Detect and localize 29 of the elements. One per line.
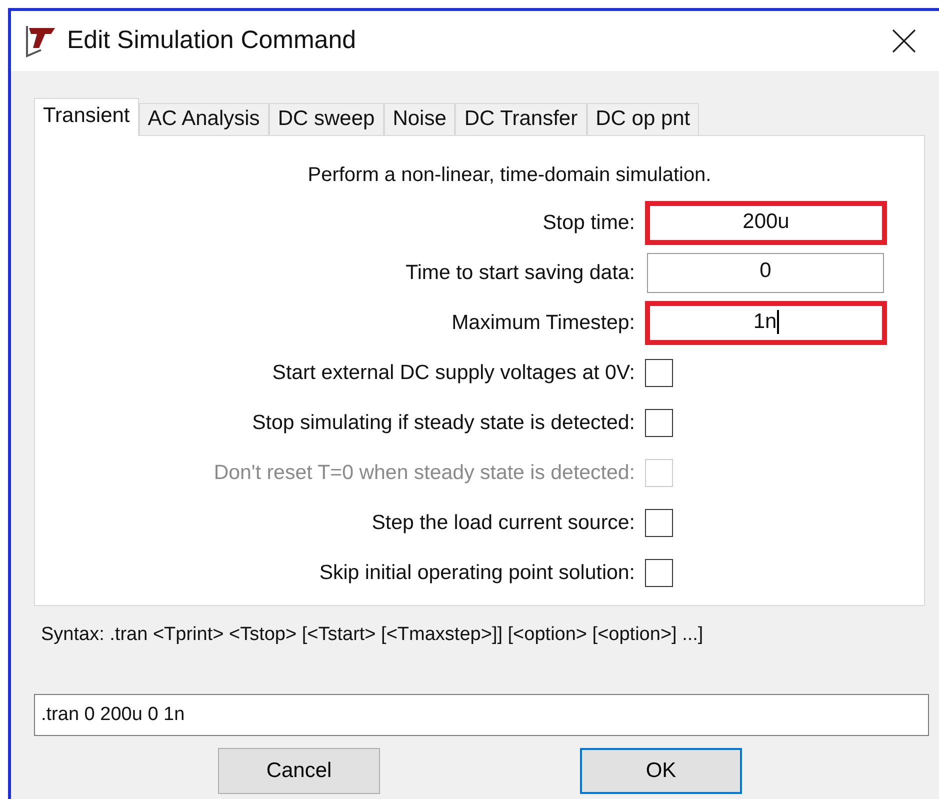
input-field[interactable]: 0 xyxy=(647,253,884,293)
option-label: Start external DC supply voltages at 0V: xyxy=(271,360,636,386)
window-title: Edit Simulation Command xyxy=(67,25,356,56)
option-label: Don't reset T=0 when steady state is detected: xyxy=(212,460,636,486)
tab[interactable]: AC Analysis xyxy=(138,103,269,135)
checkbox[interactable] xyxy=(645,359,673,387)
tab[interactable]: DC op pnt xyxy=(586,103,700,135)
option-label: Step the load current source: xyxy=(370,510,636,536)
checkbox[interactable] xyxy=(645,509,673,537)
input-field[interactable]: 200u xyxy=(645,201,887,245)
app-logo-icon xyxy=(25,24,57,58)
option-label: Stop time: xyxy=(542,210,636,236)
option-label: Time to start saving data: xyxy=(404,260,636,286)
input-field[interactable]: 1n xyxy=(645,301,887,345)
checkbox[interactable] xyxy=(645,409,673,437)
cancel-button[interactable]: Cancel xyxy=(218,748,380,794)
option-label: Skip initial operating point solution: xyxy=(318,560,636,586)
syntax-text: Syntax: .tran <Tprint> <Tstop> [<Tstart> [<Tmaxstep>]] [<option> [<option>] ...] xyxy=(41,623,704,647)
tab[interactable]: Noise xyxy=(384,103,456,135)
option-label: Stop simulating if steady state is detected: xyxy=(251,410,636,436)
checkbox[interactable] xyxy=(645,559,673,587)
tab[interactable]: Transient xyxy=(34,98,139,136)
close-icon xyxy=(892,29,916,53)
tab[interactable]: DC Transfer xyxy=(455,103,587,135)
tab[interactable]: DC sweep xyxy=(268,103,384,135)
ok-button[interactable]: OK xyxy=(580,748,742,794)
description-text: Perform a non-linear, time-domain simulation. xyxy=(306,163,712,188)
command-field[interactable]: .tran 0 200u 0 1n xyxy=(34,694,929,736)
option-label: Maximum Timestep: xyxy=(450,310,636,336)
